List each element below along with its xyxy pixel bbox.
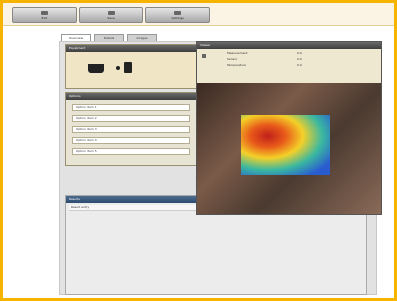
- info-value: 0.0: [297, 63, 302, 67]
- option-item[interactable]: Option item 2: [72, 115, 190, 122]
- result-name: Result entry: [71, 205, 90, 209]
- image-viewer: Viewer Measurement 0.0 Sensor 0.0 Temper…: [196, 41, 382, 215]
- toolbar-button-exit[interactable]: Exit: [12, 7, 77, 23]
- tab-overview[interactable]: Overview: [61, 34, 91, 41]
- viewer-info: Measurement 0.0 Sensor 0.0 Temperature 0…: [197, 49, 381, 83]
- info-label: Sensor: [227, 57, 238, 61]
- dot-icon: [116, 66, 120, 70]
- thermal-overlay: [241, 115, 330, 175]
- exit-icon: [40, 10, 48, 15]
- settings-icon: [174, 10, 182, 15]
- tab-images[interactable]: Images: [127, 34, 157, 41]
- option-item[interactable]: Option item 1: [72, 104, 190, 111]
- tab-row: Overview Details Images: [61, 34, 160, 41]
- save-icon: [107, 10, 115, 15]
- toolbar-button-label: Exit: [41, 15, 48, 20]
- info-icon: [202, 54, 206, 58]
- toolbar-button-label: Save: [107, 15, 115, 20]
- equipment-panel-title: Equipment: [66, 45, 196, 52]
- viewer-image[interactable]: [197, 83, 381, 214]
- equipment-panel: Equipment: [65, 44, 197, 89]
- toolbar-button-save[interactable]: Save: [78, 7, 144, 23]
- option-item[interactable]: Option item 5: [72, 148, 190, 155]
- app-window: Exit Save Settings Overview Details Imag…: [3, 3, 394, 298]
- info-label: Temperature: [227, 63, 247, 67]
- toolbar-button-settings[interactable]: Settings: [145, 7, 211, 23]
- container-icon: [88, 64, 104, 73]
- toolbar-button-label: Settings: [171, 15, 184, 20]
- info-value: 0.0: [297, 51, 302, 55]
- option-item[interactable]: Option item 4: [72, 137, 190, 144]
- viewer-title: Viewer: [197, 42, 381, 49]
- toolbar: Exit Save Settings: [12, 7, 212, 23]
- option-item[interactable]: Option item 3: [72, 126, 190, 133]
- info-label: Measurement: [227, 51, 248, 55]
- info-value: 0.0: [297, 57, 302, 61]
- container-small-icon: [124, 62, 132, 73]
- options-panel: Options Option item 1 Option item 2 Opti…: [65, 92, 197, 166]
- tab-details[interactable]: Details: [94, 34, 124, 41]
- options-panel-title: Options: [66, 93, 196, 100]
